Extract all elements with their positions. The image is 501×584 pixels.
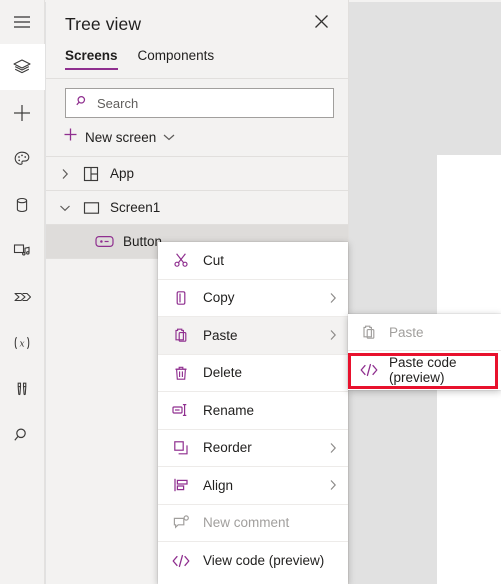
page-title: Tree view (65, 13, 142, 34)
chevron-right-icon (329, 479, 337, 491)
search-input[interactable]: Search (65, 88, 334, 118)
reorder-icon (172, 440, 190, 456)
menu-item-label: Cut (203, 252, 225, 268)
svg-text:x: x (19, 339, 24, 349)
screen-icon (81, 201, 101, 215)
menu-item-cut[interactable]: Cut (158, 242, 348, 280)
rail-item-variables[interactable]: x (0, 320, 45, 366)
paste-submenu: Paste Paste code (preview) (348, 314, 501, 390)
panel-header: Tree view (46, 0, 348, 48)
tree-item-label: Screen1 (110, 200, 161, 215)
menu-item-copy[interactable]: Copy (158, 280, 348, 317)
search-container: Search (46, 79, 348, 118)
menu-item-delete[interactable]: Delete (158, 355, 348, 392)
left-icon-rail: x (0, 0, 45, 584)
submenu-item-label: Paste code (preview) (389, 354, 457, 385)
chevron-down-icon[interactable] (58, 204, 72, 212)
submenu-item-label: Paste (389, 324, 424, 340)
tree-item-app[interactable]: App (46, 157, 348, 191)
chevron-right-icon (329, 442, 337, 454)
palette-icon (12, 149, 32, 169)
rail-item-media[interactable] (0, 228, 45, 274)
trash-icon (172, 365, 190, 381)
menu-item-view-code[interactable]: View code (preview) (158, 542, 348, 580)
rail-item-insert[interactable] (0, 90, 45, 136)
search-icon (12, 425, 32, 445)
hamburger-icon (13, 15, 31, 29)
search-placeholder: Search (97, 95, 139, 111)
rename-icon (172, 403, 190, 417)
plus-icon (63, 127, 78, 147)
tree-item-screen1[interactable]: Screen1 (46, 191, 348, 225)
button-control-icon (94, 235, 114, 248)
powerautomate-icon (12, 287, 32, 307)
new-screen-button[interactable]: New screen (46, 118, 348, 156)
new-screen-label: New screen (85, 129, 157, 145)
code-icon (172, 554, 190, 568)
menu-item-new-comment: New comment (158, 505, 348, 542)
menu-item-label: Paste (203, 327, 238, 343)
tree-item-label: App (110, 166, 135, 181)
plus-icon (12, 103, 32, 123)
paste-icon (172, 327, 190, 343)
media-icon (12, 241, 32, 261)
menu-item-rename[interactable]: Rename (158, 392, 348, 430)
menu-item-align[interactable]: Align (158, 467, 348, 505)
layers-icon (12, 57, 32, 77)
database-icon (12, 195, 32, 215)
menu-item-label: New comment (203, 515, 290, 531)
scissors-icon (172, 252, 190, 268)
tree-item-label: Button (123, 234, 163, 249)
context-menu: Cut Copy Paste Delete Rename Reorder Ali… (158, 242, 348, 584)
copy-icon (172, 290, 190, 306)
tools-icon (12, 379, 32, 399)
chevron-right-icon[interactable] (58, 168, 72, 180)
rail-item-menu[interactable] (0, 0, 45, 44)
submenu-item-paste-code[interactable]: Paste code (preview) (348, 351, 501, 388)
align-icon (172, 477, 190, 493)
close-button[interactable] (308, 11, 334, 37)
tab-components[interactable]: Components (138, 48, 215, 70)
app-grid-icon (81, 166, 101, 182)
close-icon (314, 14, 329, 34)
menu-item-label: Copy (203, 290, 235, 306)
rail-item-tree-view[interactable] (0, 44, 45, 90)
menu-item-label: Reorder (203, 440, 252, 456)
menu-item-label: Align (203, 477, 234, 493)
chevron-right-icon (329, 329, 337, 341)
rail-item-app-checker[interactable] (0, 366, 45, 412)
menu-item-label: Delete (203, 365, 243, 381)
variables-icon: x (11, 333, 33, 353)
chevron-right-icon (329, 292, 337, 304)
rail-item-data[interactable] (0, 182, 45, 228)
code-icon (360, 363, 378, 377)
menu-item-label: View code (preview) (203, 553, 325, 569)
menu-item-paste[interactable]: Paste (158, 317, 348, 355)
rail-item-power-automate[interactable] (0, 274, 45, 320)
paste-icon (360, 324, 378, 340)
comment-icon (172, 515, 190, 530)
rail-item-themes[interactable] (0, 136, 45, 182)
menu-item-reorder[interactable]: Reorder (158, 430, 348, 467)
chevron-down-icon (163, 128, 175, 146)
tab-screens[interactable]: Screens (65, 48, 118, 70)
rail-item-search[interactable] (0, 412, 45, 458)
submenu-item-paste: Paste (348, 314, 501, 351)
menu-item-label: Rename (203, 402, 255, 418)
panel-tabs: Screens Components (46, 48, 348, 78)
search-icon (75, 94, 89, 113)
